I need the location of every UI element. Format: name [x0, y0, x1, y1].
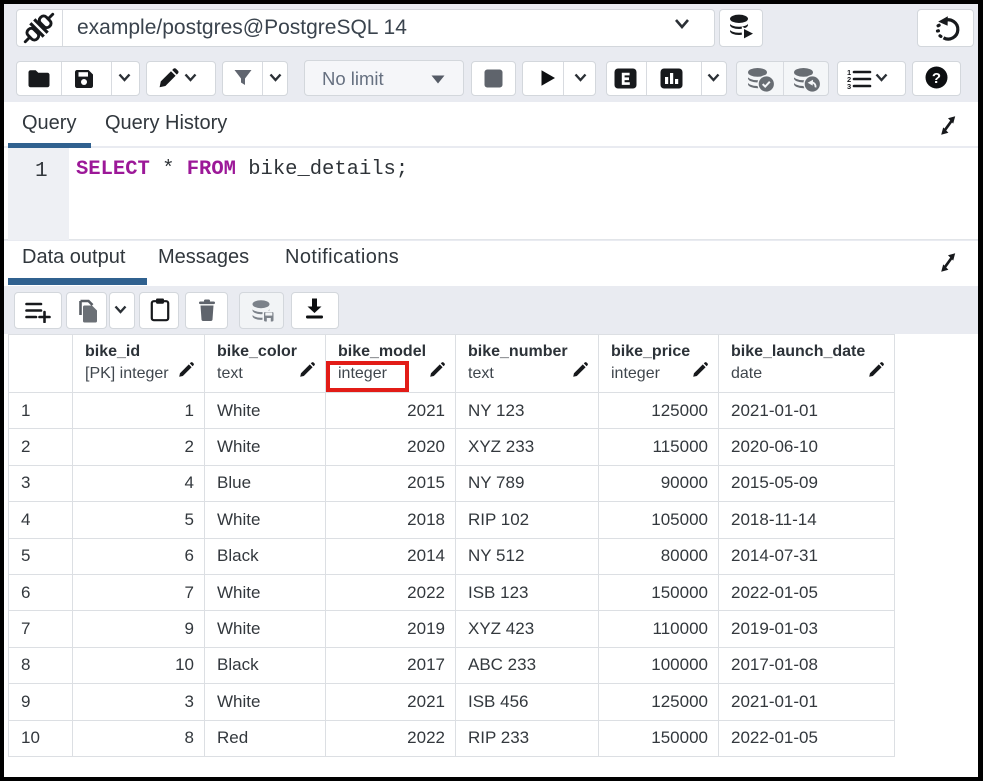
svg-text:3: 3	[847, 82, 851, 90]
svg-text:?: ?	[932, 70, 941, 87]
